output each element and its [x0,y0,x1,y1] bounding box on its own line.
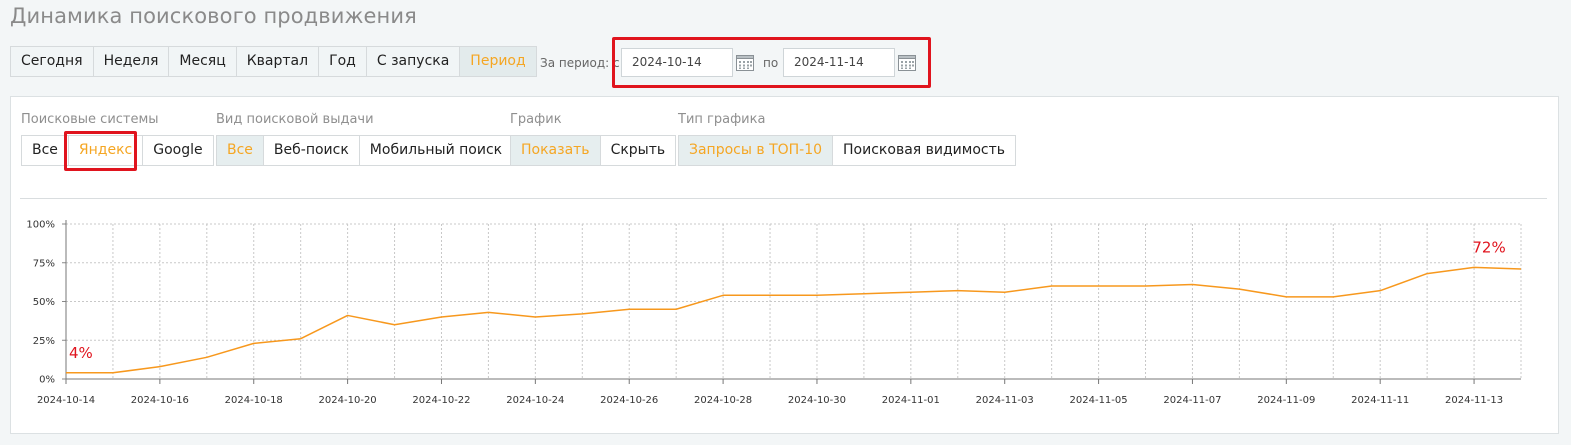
data-point [158,365,162,369]
x-tick-label: 2024-11-01 [882,395,940,406]
x-tick-label: 2024-11-05 [1070,395,1128,406]
data-point [205,355,209,359]
y-tick-label: 100% [26,220,55,231]
data-point [439,315,443,319]
x-tick-label: 2024-10-28 [694,395,752,406]
x-tick-label: 2024-10-22 [412,395,470,406]
data-point [956,289,960,293]
x-tick-label: 2024-10-16 [131,395,189,406]
data-point [909,290,913,294]
data-point [862,292,866,296]
data-point [627,307,631,311]
data-point [1331,295,1335,299]
data-point [393,323,397,327]
data-point [1519,267,1523,271]
data-point [299,337,303,341]
y-tick-label: 0% [39,375,55,386]
y-tick-label: 75% [33,258,55,269]
data-point [252,341,256,345]
data-point [768,293,772,297]
annotation-label: 72% [1472,238,1505,256]
data-point [815,293,819,297]
x-tick-label: 2024-10-20 [319,395,377,406]
data-point [486,310,490,314]
data-point [1284,295,1288,299]
x-tick-label: 2024-10-30 [788,395,846,406]
x-tick-label: 2024-10-14 [37,395,95,406]
data-point [1237,287,1241,291]
data-point [346,313,350,317]
data-point [1003,290,1007,294]
data-point [580,312,584,316]
data-point [533,315,537,319]
x-tick-label: 2024-10-24 [506,395,564,406]
x-tick-label: 2024-11-11 [1351,395,1409,406]
x-tick-label: 2024-10-18 [225,395,283,406]
data-point [1425,272,1429,276]
annotation-label: 4% [69,344,93,362]
data-point [111,371,115,375]
x-tick-label: 2024-11-09 [1257,395,1315,406]
data-point [1097,284,1101,288]
data-point [1144,284,1148,288]
visibility-chart: 0% 25% 50% 75% 100% 2024-10-14 2024-10-16 2024-… [26,220,1523,406]
data-point [1050,284,1054,288]
data-point [64,371,68,375]
data-point [721,293,725,297]
x-tick-label: 2024-10-26 [600,395,658,406]
data-point [674,307,678,311]
y-tick-label: 50% [33,297,55,308]
data-point [1378,289,1382,293]
x-tick-label: 2024-11-03 [976,395,1034,406]
y-tick-label: 25% [33,336,55,347]
series-line [66,266,1522,374]
x-tick-label: 2024-11-13 [1445,395,1503,406]
data-point [1190,282,1194,286]
data-point [1472,265,1476,269]
x-tick-label: 2024-11-07 [1163,395,1221,406]
